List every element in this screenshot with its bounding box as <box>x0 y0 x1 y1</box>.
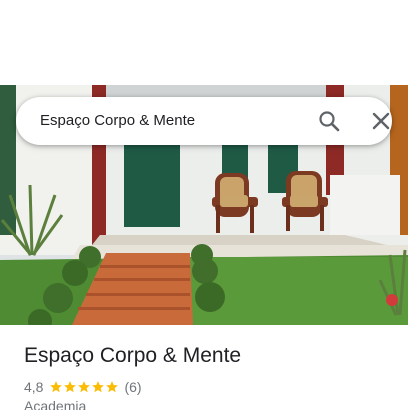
search-bar[interactable]: Espaço Corpo & Mente <box>16 97 392 145</box>
star-icon <box>92 381 105 393</box>
rating-value: 4,8 <box>24 379 44 395</box>
star-icon <box>50 381 63 393</box>
rating-stars <box>49 380 119 394</box>
search-input[interactable]: Espaço Corpo & Mente <box>40 112 195 129</box>
place-category: Academia <box>24 398 87 410</box>
place-info-panel[interactable]: Espaço Corpo & Mente 4,8 (6) Academia <box>0 325 408 410</box>
rating-row[interactable]: 4,8 (6) <box>24 378 142 396</box>
close-icon[interactable] <box>369 109 393 133</box>
place-title: Espaço Corpo & Mente <box>24 344 242 367</box>
review-count[interactable]: (6) <box>124 379 141 395</box>
star-icon <box>78 381 91 393</box>
search-icon[interactable] <box>317 109 341 133</box>
star-icon <box>64 381 77 393</box>
map-top-area <box>0 0 408 85</box>
star-icon <box>106 381 119 393</box>
